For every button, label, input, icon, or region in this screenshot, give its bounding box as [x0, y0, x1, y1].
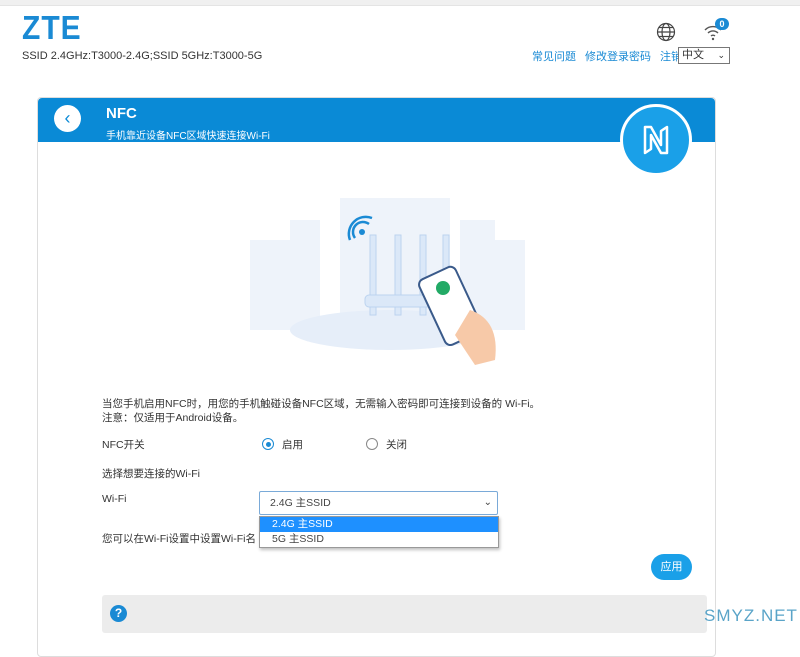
wifi-option-5g[interactable]: 5G 主SSID: [260, 532, 498, 547]
nfc-disable-radio[interactable]: [366, 438, 378, 450]
wifi-select[interactable]: 2.4G 主SSID ⌄: [259, 491, 498, 515]
disable-label[interactable]: 关闭: [386, 437, 407, 452]
wifi-option-24g[interactable]: 2.4G 主SSID: [260, 517, 498, 532]
nfc-icon: [620, 104, 692, 176]
wifi-select-value: 2.4G 主SSID: [270, 497, 331, 509]
zte-logo: ZTE: [22, 10, 82, 47]
watermark: SMYZ.NET: [704, 606, 798, 625]
android-note: 注意：仅适用于Android设备。: [102, 412, 244, 424]
globe-icon[interactable]: [656, 22, 676, 42]
faq-link[interactable]: 常见问题: [532, 51, 576, 63]
language-select[interactable]: 中文 ⌄: [678, 47, 730, 64]
select-wifi-label: 选择想要连接的Wi-Fi: [102, 468, 200, 480]
header-links: 常见问题 修改登录密码 注销: [523, 48, 682, 64]
change-password-link[interactable]: 修改登录密码: [585, 51, 651, 63]
chevron-down-icon: ⌄: [483, 497, 492, 508]
help-section: ?: [102, 595, 707, 633]
wifi-settings-hint: 您可以在Wi-Fi设置中设置Wi-Fi名: [102, 533, 256, 545]
nfc-switch-label: NFC开关: [102, 439, 145, 451]
language-value: 中文: [682, 49, 704, 61]
help-icon[interactable]: ?: [110, 605, 127, 622]
enable-label[interactable]: 启用: [282, 437, 303, 452]
nfc-enable-radio[interactable]: [262, 438, 274, 450]
back-button[interactable]: ‹: [54, 105, 81, 132]
nfc-illustration: [250, 198, 525, 365]
apply-button[interactable]: 应用: [651, 554, 692, 580]
wifi-label: Wi-Fi: [102, 493, 127, 505]
page-title: NFC: [106, 105, 137, 122]
ssid-info: SSID 2.4GHz:T3000-2.4G;SSID 5GHz:T3000-5…: [22, 50, 263, 62]
wifi-count-badge: 0: [715, 18, 729, 30]
nfc-description: 当您手机启用NFC时，用您的手机触碰设备NFC区域，无需输入密码即可连接到设备的…: [102, 398, 541, 410]
chevron-down-icon: ⌄: [717, 50, 725, 60]
wifi-select-dropdown: 2.4G 主SSID 5G 主SSID: [259, 516, 499, 548]
browser-top-bar: [0, 0, 800, 6]
